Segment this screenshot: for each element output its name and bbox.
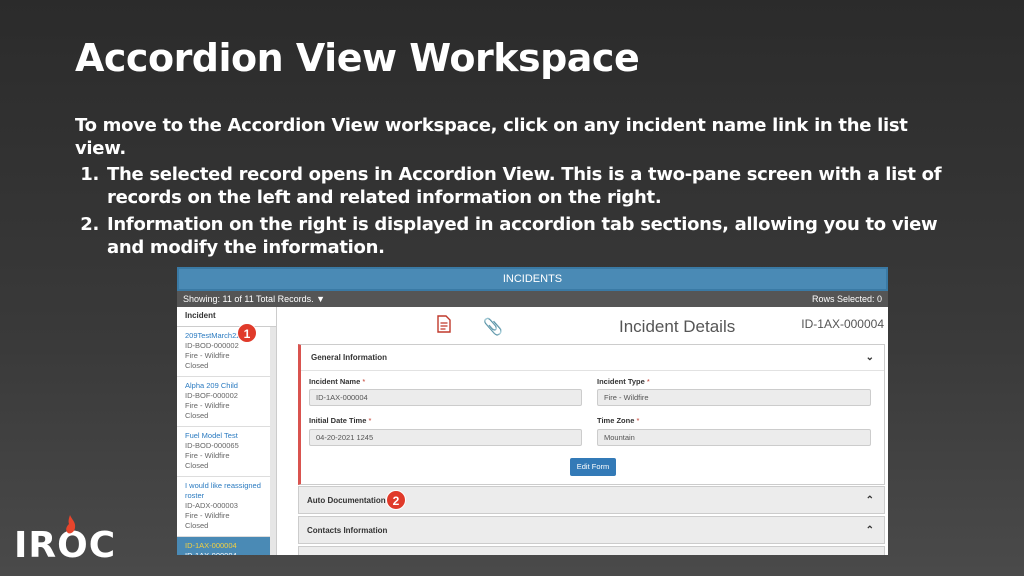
general-info-header[interactable]: General Information ⌄ [301, 345, 884, 371]
showing-count: Showing: 11 of 11 Total Records. [183, 294, 314, 304]
record-id: ID-1AX-000004 [185, 551, 268, 555]
detail-toolbar: 📎 Incident Details ID-1AX-000004 [295, 307, 888, 343]
contacts-information-tab[interactable]: Contacts Information ⌃ [298, 516, 885, 544]
iroc-logo: IR OC [14, 515, 117, 566]
point-1: The selected record opens in Accordion V… [105, 163, 955, 209]
incident-link[interactable]: Alpha 209 Child [185, 381, 268, 391]
list-item[interactable]: 209TestMarch22 ID-BOD-000002 Fire - Wild… [177, 327, 276, 377]
incident-type-label: Incident Type * [597, 377, 650, 386]
rows-selected: Rows Selected: 0 [811, 294, 882, 304]
list-scrollbar[interactable] [270, 327, 276, 555]
chevron-down-icon[interactable]: ⌄ [866, 345, 874, 371]
record-id: ID-ADX-000003 [185, 501, 238, 510]
incident-link[interactable]: ID-1AX-000004 [185, 541, 268, 551]
two-pane: Incident 209TestMarch22 ID-BOD-000002 Fi… [177, 307, 888, 555]
slide-title: Accordion View Workspace [75, 36, 640, 80]
incident-link[interactable]: Fuel Model Test [185, 431, 268, 441]
record-id: ID-BOD-000065 [185, 441, 239, 450]
flame-icon [66, 515, 76, 534]
logo-o: O [57, 515, 89, 564]
record-status: Closed [185, 521, 209, 530]
record-id: ID-BOF-000002 [185, 391, 238, 400]
incident-link[interactable]: I would like reassigned [185, 481, 268, 491]
record-type: Fire - Wildfire [185, 351, 230, 360]
showing-text: Showing: 11 of 11 Total Records. ▼ [183, 294, 325, 304]
accordion-tab-partial[interactable] [298, 546, 885, 555]
record-status: Closed [185, 361, 209, 370]
record-status: Closed [185, 461, 209, 470]
time-zone-field[interactable]: Mountain [597, 429, 871, 446]
required-mark: * [636, 416, 640, 425]
edit-form-button[interactable]: Edit Form [570, 458, 616, 476]
record-list: Incident 209TestMarch22 ID-BOD-000002 Fi… [177, 307, 277, 555]
time-zone-label-text: Time Zone [597, 416, 635, 425]
contacts-information-label: Contacts Information [307, 526, 388, 535]
list-item[interactable]: I would like reassigned roster ID-ADX-00… [177, 477, 276, 537]
list-item[interactable]: Alpha 209 Child ID-BOF-000002 Fire - Wil… [177, 377, 276, 427]
logo-text-left: IR [14, 525, 58, 566]
slide-body: To move to the Accordion View workspace,… [75, 114, 955, 263]
incident-name-label: Incident Name * [309, 377, 365, 386]
points-list: The selected record opens in Accordion V… [105, 163, 955, 259]
record-type: Fire - Wildfire [185, 401, 230, 410]
chevron-up-icon[interactable]: ⌃ [866, 487, 874, 515]
list-item[interactable]: Fuel Model Test ID-BOD-000065 Fire - Wil… [177, 427, 276, 477]
intro-text: To move to the Accordion View workspace,… [75, 115, 908, 159]
paperclip-icon[interactable]: 📎 [483, 317, 503, 337]
general-info-label: General Information [311, 353, 388, 362]
document-icon[interactable] [437, 315, 451, 333]
chevron-up-icon[interactable]: ⌃ [866, 517, 874, 545]
general-info-section: General Information ⌄ Incident Name * ID… [298, 344, 885, 485]
point-2: Information on the right is displayed in… [105, 213, 955, 259]
record-id: ID-BOD-000002 [185, 341, 239, 350]
record-status: Closed [185, 411, 209, 420]
required-mark: * [362, 377, 366, 386]
auto-documentation-label: Auto Documentation [307, 496, 386, 505]
incident-type-field[interactable]: Fire - Wildfire [597, 389, 871, 406]
record-type: Fire - Wildfire [185, 511, 230, 520]
initial-date-time-field[interactable]: 04-20-2021 1245 [309, 429, 582, 446]
incident-name-label-text: Incident Name [309, 377, 361, 386]
filter-icon[interactable]: ▼ [316, 294, 325, 304]
detail-id: ID-1AX-000004 [801, 317, 884, 331]
incident-type-label-text: Incident Type [597, 377, 645, 386]
callout-badge-2: 2 [386, 490, 406, 510]
logo-text-right: C [88, 525, 117, 566]
required-mark: * [646, 377, 650, 386]
detail-pane: 📎 Incident Details ID-1AX-000004 General… [295, 307, 888, 555]
records-bar: Showing: 11 of 11 Total Records. ▼ Rows … [177, 291, 888, 307]
record-type: Fire - Wildfire [185, 451, 230, 460]
initial-date-time-label: Initial Date Time * [309, 416, 371, 425]
required-mark: * [368, 416, 372, 425]
time-zone-label: Time Zone * [597, 416, 639, 425]
incidents-header: INCIDENTS [177, 267, 888, 291]
incident-name-field[interactable]: ID-1AX-000004 [309, 389, 582, 406]
list-item-selected[interactable]: ID-1AX-000004 ID-1AX-000004 [177, 537, 276, 555]
incident-link-line2[interactable]: roster [185, 491, 268, 501]
list-header: Incident [177, 307, 276, 327]
callout-badge-1: 1 [237, 323, 257, 343]
app-screenshot: INCIDENTS Showing: 11 of 11 Total Record… [177, 267, 888, 555]
detail-title: Incident Details [619, 317, 736, 336]
initial-date-time-label-text: Initial Date Time [309, 416, 367, 425]
pane-gutter [277, 307, 295, 555]
